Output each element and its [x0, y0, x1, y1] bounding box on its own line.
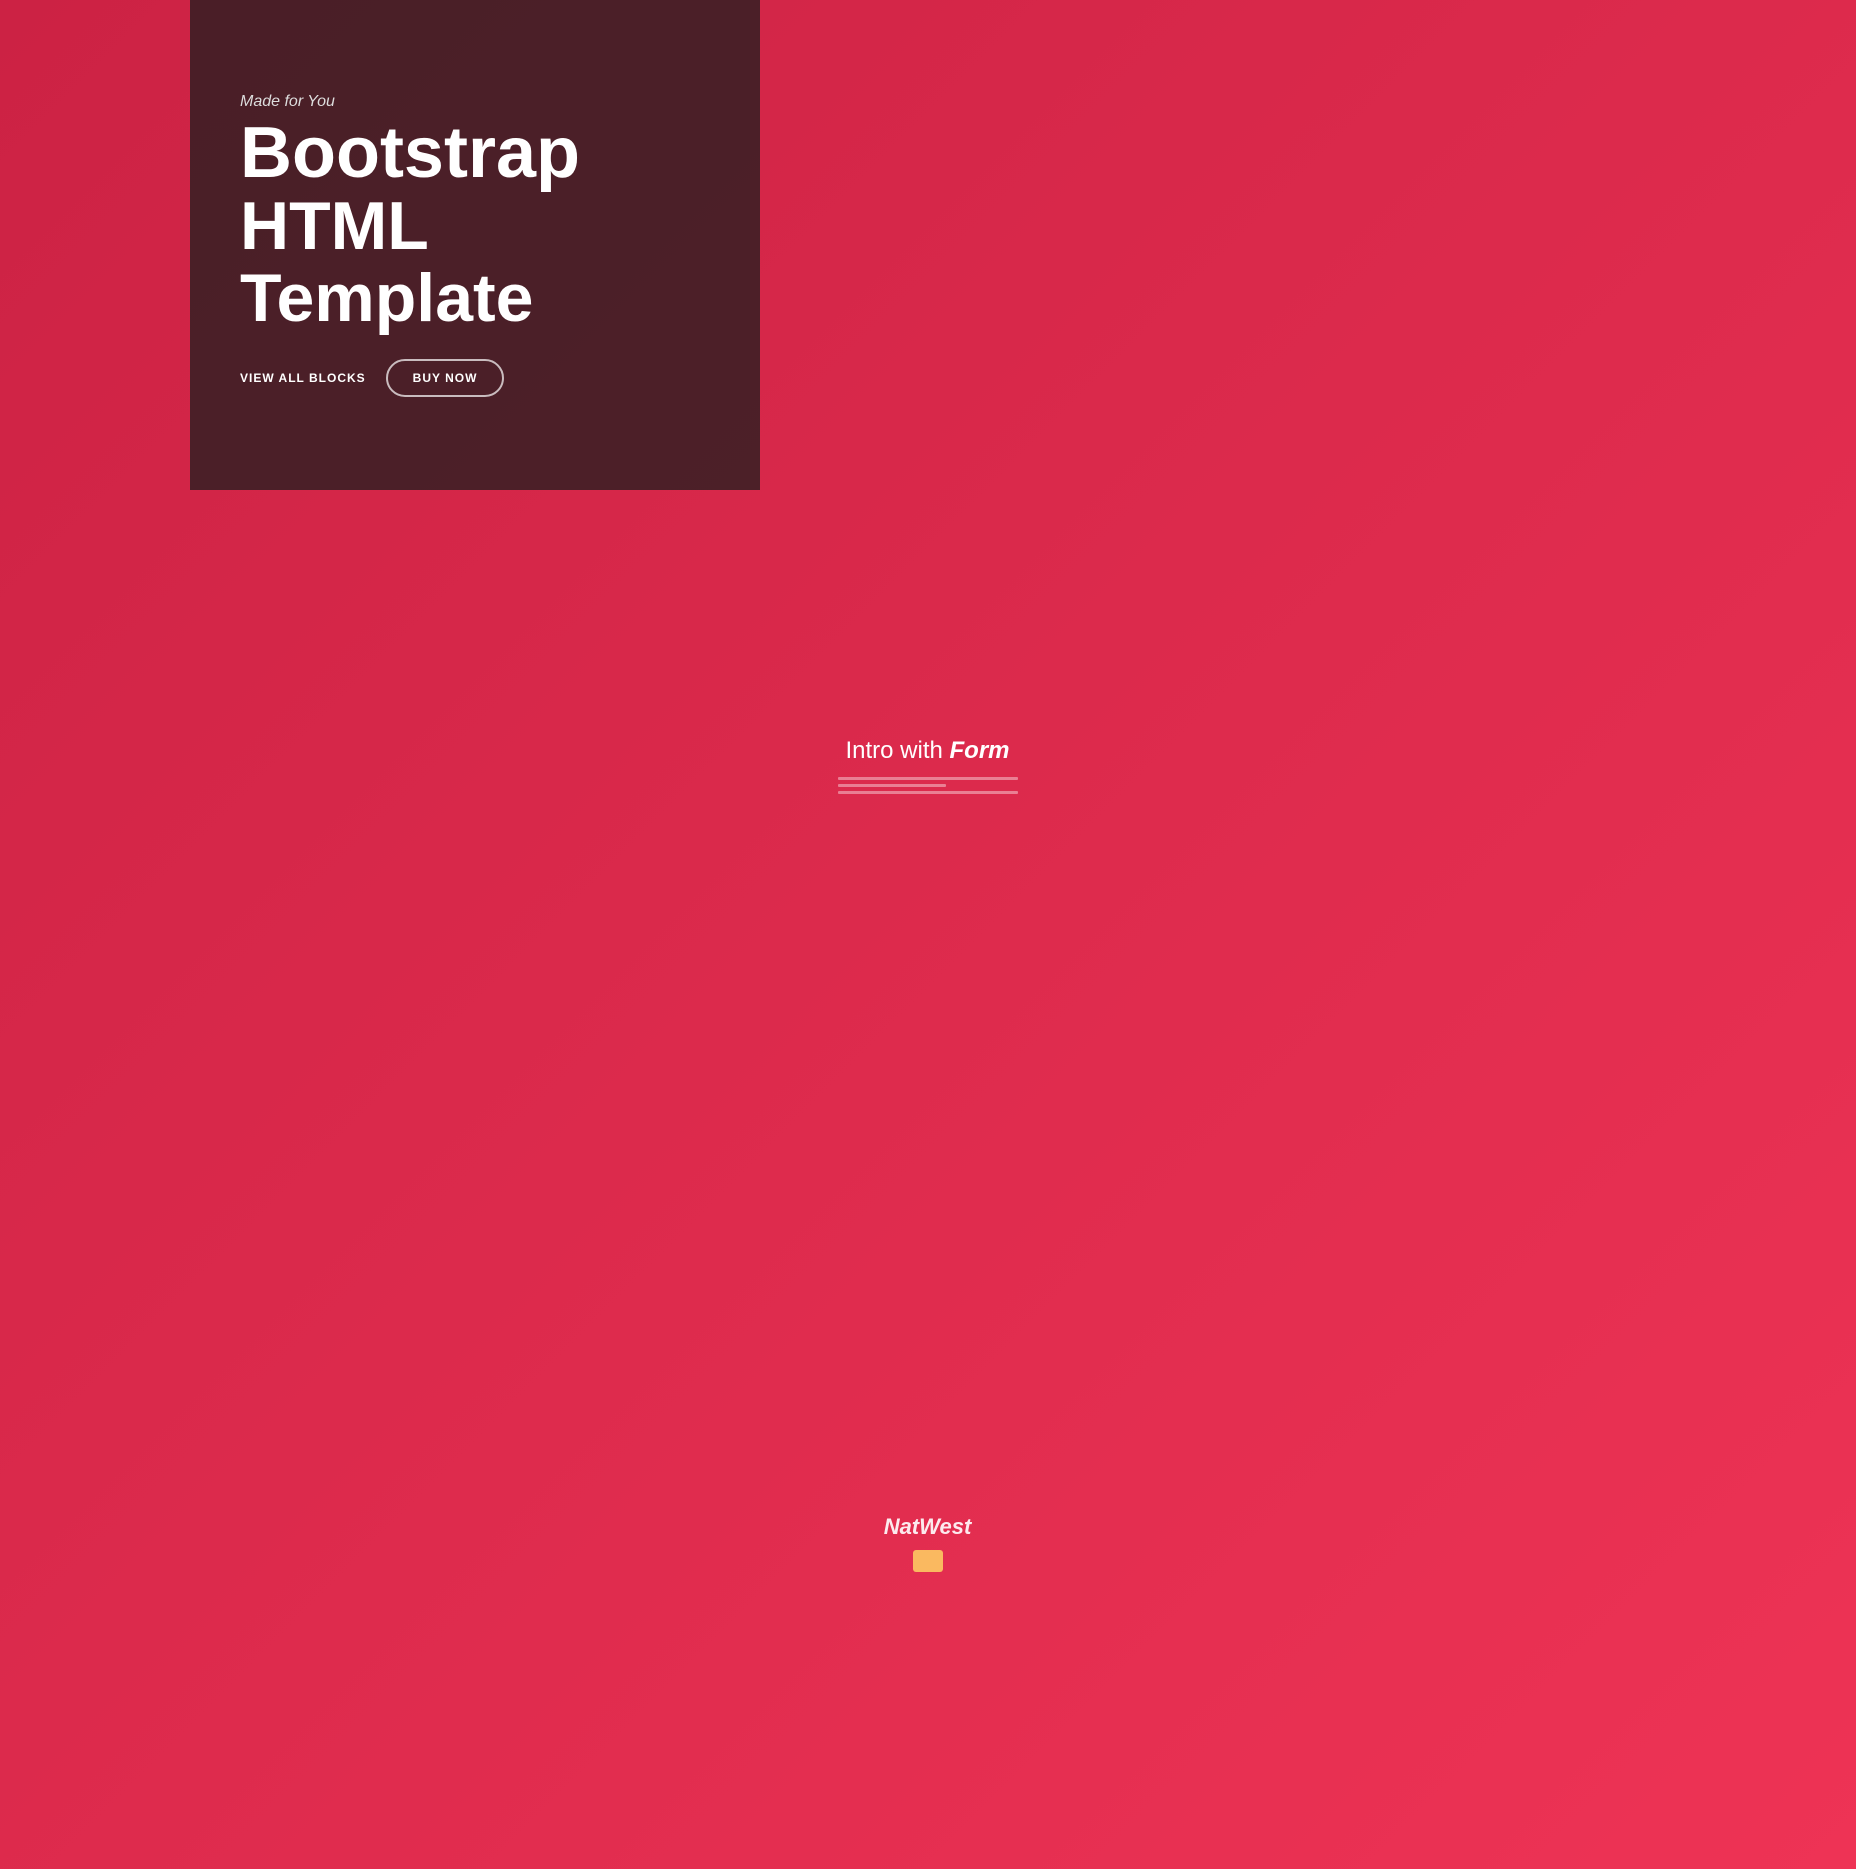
card-title: Intro with Form [845, 737, 1009, 765]
blocks-preview-section: Blocks Preview SpaceM Page Builder LEARN… [0, 490, 1856, 1683]
hero-buttons: VIEW ALL BLOCKS BUY NOW [240, 359, 504, 397]
card-natwest[interactable]: NatWest [795, 1463, 1060, 1623]
hero-title-template: Template [240, 263, 533, 334]
hero-title-html: HTML [240, 191, 429, 262]
hero-title-bootstrap: Bootstrap [240, 116, 580, 192]
page-wrapper: Made for You Bootstrap HTML Template VIE… [0, 0, 1856, 1683]
brand-name: NatWest [884, 1514, 972, 1540]
card-content: NatWest [884, 1514, 972, 1572]
view-all-blocks-button[interactable]: VIEW ALL BLOCKS [240, 371, 366, 385]
card-desc [838, 777, 1018, 794]
hero-text-overlay: Made for You Bootstrap HTML Template VIE… [190, 0, 760, 490]
desc-line [838, 784, 946, 787]
desc-line [838, 791, 1018, 794]
buy-now-button[interactable]: BUY NOW [386, 359, 505, 397]
chip [913, 1550, 943, 1572]
hero-made-for: Made for You [240, 93, 335, 111]
templates-mosaic: SpaceM Page Builder LEARN MORE Our Desig… [528, 635, 1328, 1623]
desc-line [838, 777, 1018, 780]
